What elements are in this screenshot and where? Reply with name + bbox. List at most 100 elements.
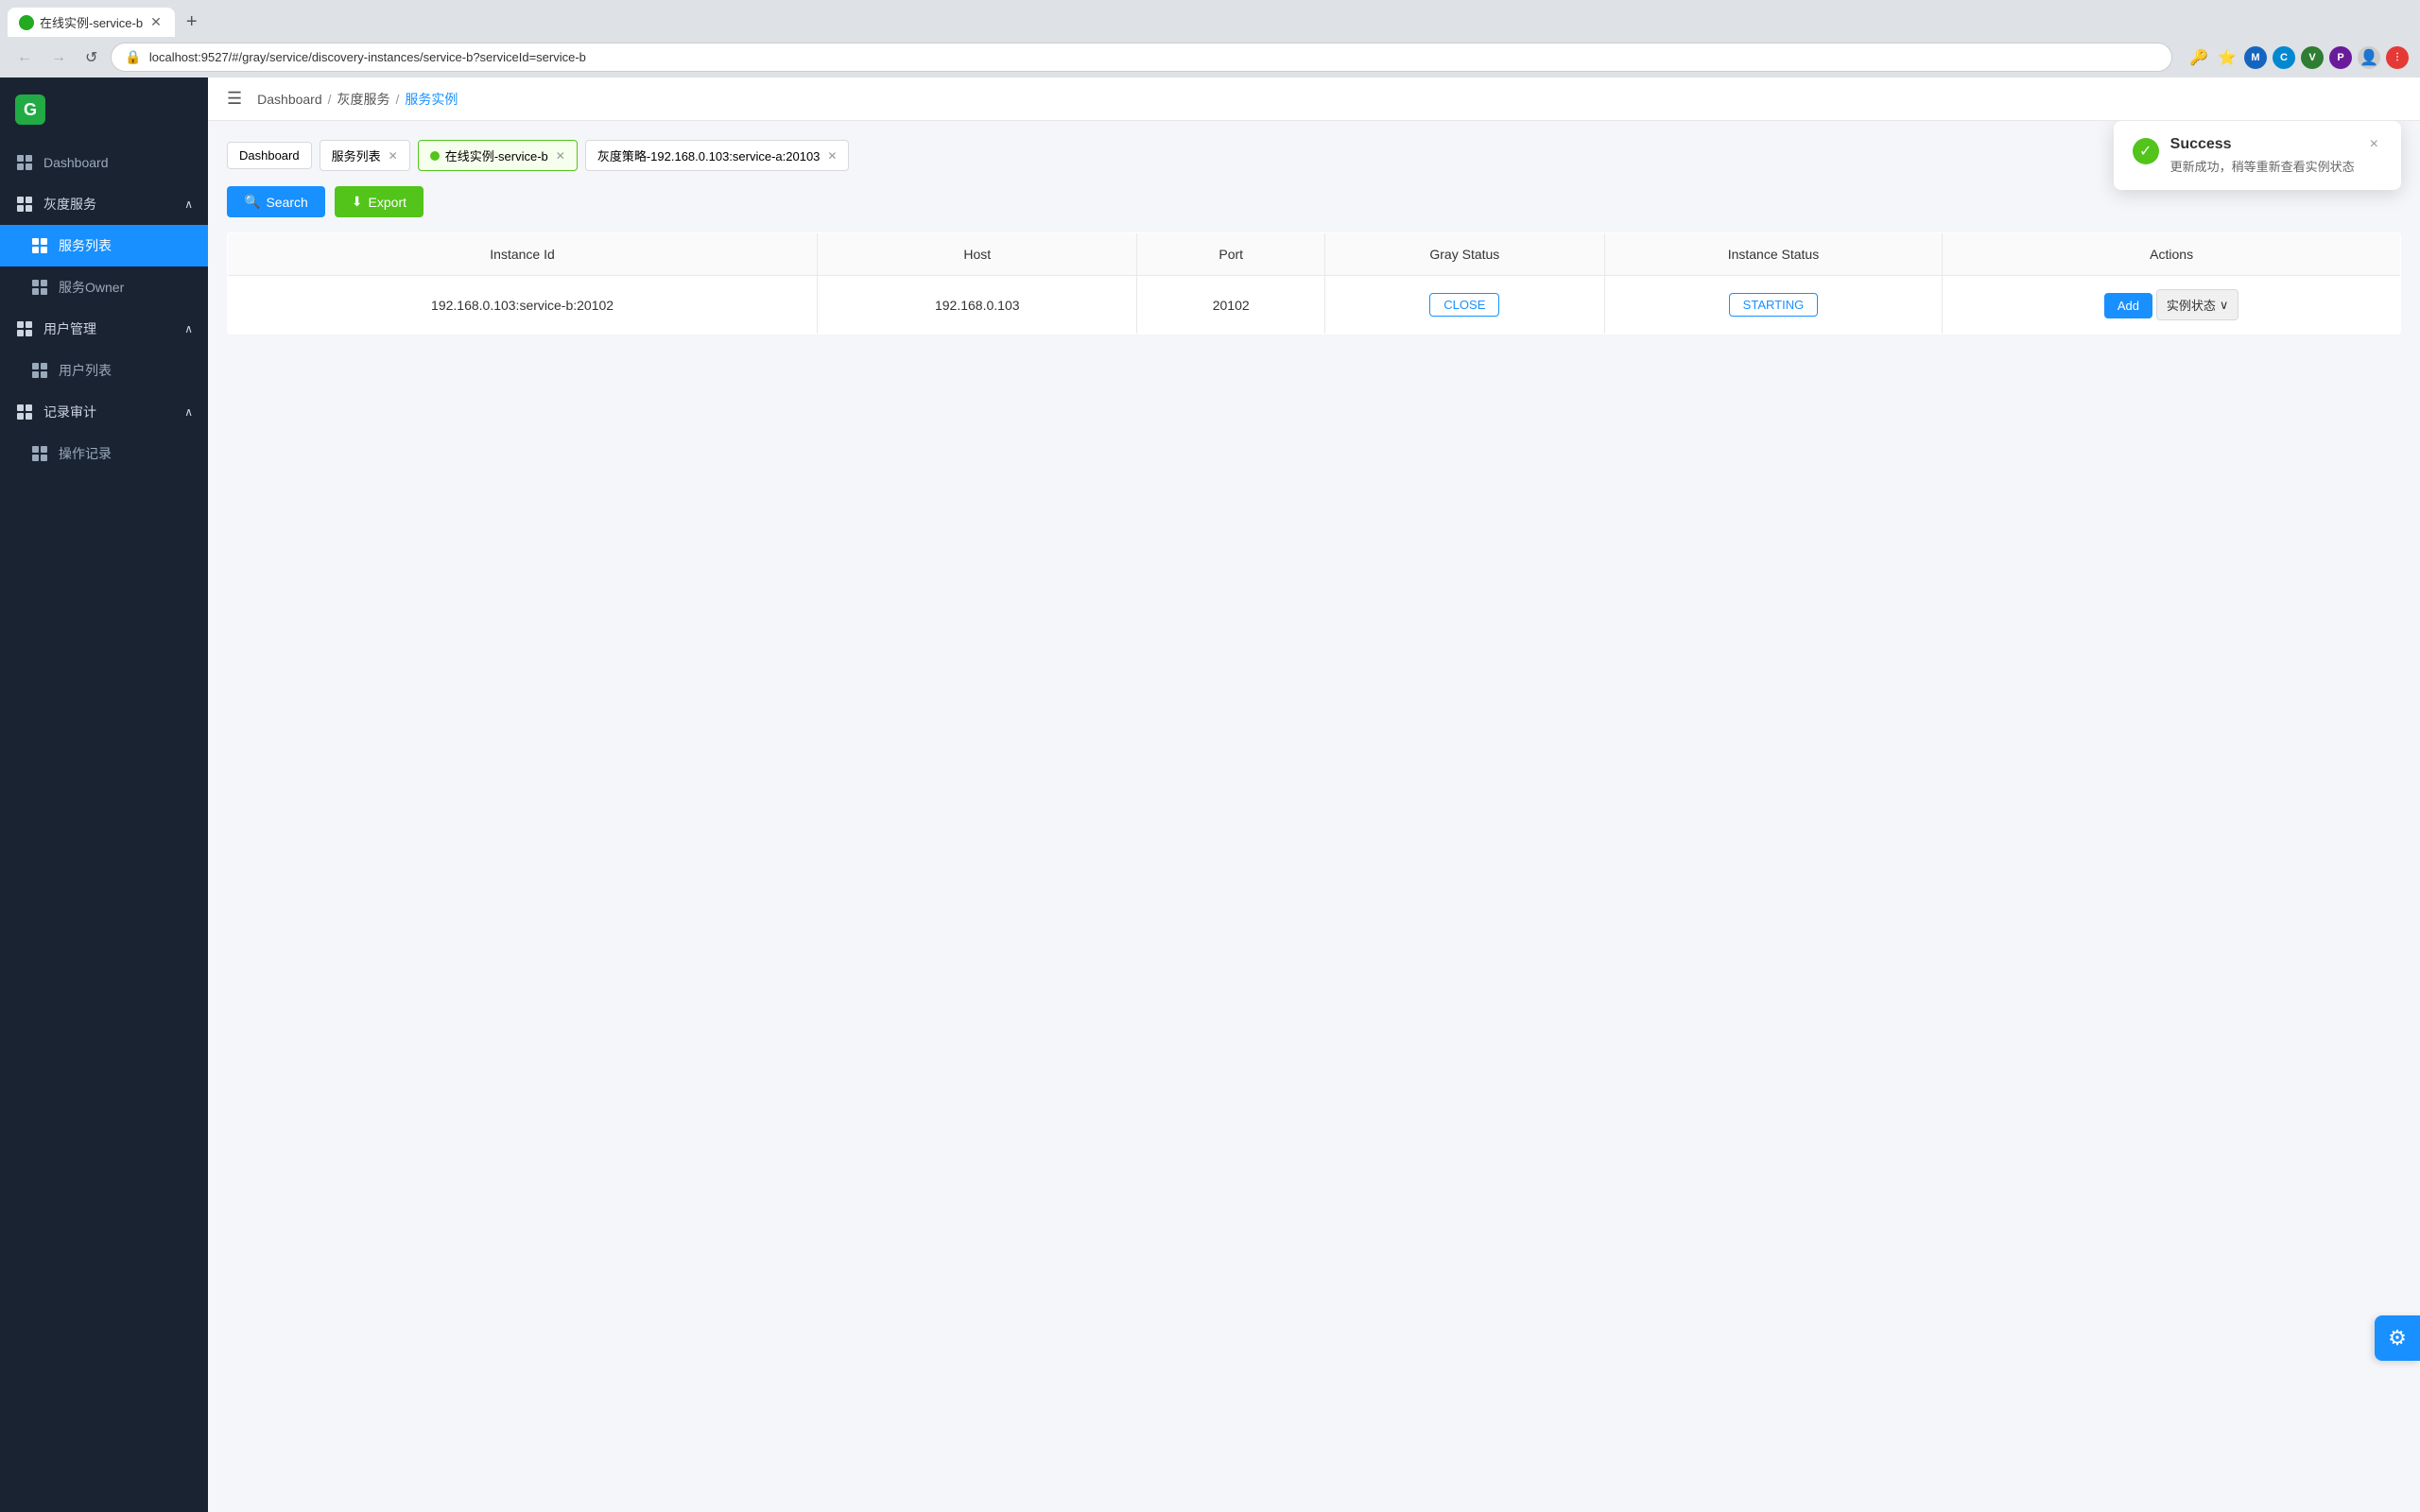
instance-state-chevron: ∨ <box>2220 298 2229 313</box>
sidebar-item-service-owner[interactable]: 服务Owner <box>0 266 208 308</box>
menu-icon[interactable]: ⋮ <box>2386 46 2409 69</box>
main-content: ☰ Dashboard / 灰度服务 / 服务实例 Dashboard 服务列表… <box>208 77 2420 1512</box>
tag-gray-strategy[interactable]: 灰度策略-192.168.0.103:service-a:20103 ✕ <box>585 140 850 171</box>
sidebar-item-gray-service[interactable]: 灰度服务 ∧ <box>0 183 208 225</box>
tag-service-list[interactable]: 服务列表 ✕ <box>320 140 410 171</box>
tag-online-instance-close[interactable]: ✕ <box>556 149 565 163</box>
sidebar-item-op-log[interactable]: 操作记录 <box>0 433 208 474</box>
service-list-icon <box>30 236 49 255</box>
audit-icon <box>15 403 34 421</box>
tag-service-list-close[interactable]: ✕ <box>389 149 398 163</box>
instance-state-button[interactable]: 实例状态 ∨ <box>2156 289 2239 320</box>
tab-favicon <box>19 15 34 30</box>
service-owner-icon <box>30 278 49 297</box>
ext-icon-3[interactable]: V <box>2301 46 2324 69</box>
refresh-button[interactable]: ↺ <box>79 44 103 71</box>
address-bar[interactable]: 🔒 localhost:9527/#/gray/service/discover… <box>111 43 2172 72</box>
ext-icon-1[interactable]: M <box>2244 46 2267 69</box>
audit-label: 记录审计 <box>43 403 175 421</box>
col-instance-id: Instance Id <box>228 233 818 276</box>
breadcrumb-service-instance: 服务实例 <box>405 90 458 109</box>
tag-dashboard-label: Dashboard <box>239 148 300 163</box>
sidebar-item-audit[interactable]: 记录审计 ∧ <box>0 391 208 433</box>
search-button[interactable]: 🔍 Search <box>227 186 325 217</box>
sidebar-logo: G <box>0 77 208 142</box>
action-buttons: 🔍 Search ⬇ Export <box>227 186 2401 217</box>
tag-online-instance[interactable]: 在线实例-service-b ✕ <box>418 140 578 171</box>
tag-gray-strategy-close[interactable]: ✕ <box>827 149 837 163</box>
starting-status-button[interactable]: STARTING <box>1729 293 1819 317</box>
col-actions: Actions <box>1943 233 2401 276</box>
active-tab[interactable]: 在线实例-service-b ✕ <box>8 8 175 37</box>
op-log-icon <box>30 444 49 463</box>
sidebar-item-dashboard[interactable]: Dashboard <box>0 142 208 183</box>
col-host: Host <box>818 233 1137 276</box>
cell-host: 192.168.0.103 <box>818 276 1137 335</box>
lock-icon: 🔒 <box>125 49 141 65</box>
cell-port: 20102 <box>1137 276 1325 335</box>
table-row: 192.168.0.103:service-b:20102 192.168.0.… <box>228 276 2401 335</box>
profile-icon[interactable]: 👤 <box>2358 46 2380 69</box>
toast-message: 更新成功，稍等重新查看实例状态 <box>2170 157 2355 175</box>
settings-fab[interactable]: ⚙ <box>2375 1315 2420 1361</box>
topbar: ☰ Dashboard / 灰度服务 / 服务实例 <box>208 77 2420 121</box>
toast-title: Success <box>2170 136 2355 153</box>
filter-tags: Dashboard 服务列表 ✕ 在线实例-service-b ✕ 灰度策略-1… <box>227 140 2401 171</box>
cell-gray-status: CLOSE <box>1325 276 1605 335</box>
breadcrumb-gray-service[interactable]: 灰度服务 <box>337 90 390 109</box>
tab-bar: 在线实例-service-b ✕ + <box>0 0 2420 37</box>
service-owner-label: 服务Owner <box>59 278 193 297</box>
instance-state-label: 实例状态 <box>2167 296 2216 314</box>
col-gray-status: Gray Status <box>1325 233 1605 276</box>
cell-actions: Add 实例状态 ∨ <box>1943 276 2401 335</box>
add-button[interactable]: Add <box>2104 293 2152 318</box>
export-icon: ⬇ <box>352 194 363 210</box>
key-icon[interactable]: 🔑 <box>2187 46 2210 69</box>
url-text: localhost:9527/#/gray/service/discovery-… <box>149 50 2158 64</box>
sidebar-item-service-list[interactable]: 服务列表 <box>0 225 208 266</box>
user-list-icon <box>30 361 49 380</box>
tab-close-icon[interactable]: ✕ <box>148 14 164 30</box>
table-header: Instance Id Host Port Gray Status Instan… <box>228 233 2401 276</box>
content-area: Dashboard 服务列表 ✕ 在线实例-service-b ✕ 灰度策略-1… <box>208 121 2420 1512</box>
breadcrumb-sep-1: / <box>328 92 332 107</box>
breadcrumb-sep-2: / <box>396 92 400 107</box>
export-button[interactable]: ⬇ Export <box>335 186 424 217</box>
gray-service-icon <box>15 195 34 214</box>
sidebar-item-user-mgmt[interactable]: 用户管理 ∧ <box>0 308 208 350</box>
browser-chrome: 在线实例-service-b ✕ + ← → ↺ 🔒 localhost:952… <box>0 0 2420 77</box>
toast-success-icon: ✓ <box>2133 138 2159 164</box>
success-toast: ✓ Success 更新成功，稍等重新查看实例状态 × <box>2114 121 2401 190</box>
online-instance-dot <box>430 151 440 161</box>
app-container: G Dashboard 灰度服务 ∧ 服务列表 <box>0 77 2420 1512</box>
user-mgmt-icon <box>15 319 34 338</box>
ext-icon-2[interactable]: C <box>2273 46 2295 69</box>
tab-title: 在线实例-service-b <box>40 13 143 31</box>
gray-service-chevron: ∧ <box>184 198 193 211</box>
ext-icon-4[interactable]: P <box>2329 46 2352 69</box>
address-bar-row: ← → ↺ 🔒 localhost:9527/#/gray/service/di… <box>0 37 2420 77</box>
breadcrumb-dashboard[interactable]: Dashboard <box>257 92 322 107</box>
sidebar-item-user-list[interactable]: 用户列表 <box>0 350 208 391</box>
export-label: Export <box>369 195 406 210</box>
toast-close-button[interactable]: × <box>2366 136 2382 153</box>
toast-content: Success 更新成功，稍等重新查看实例状态 <box>2170 136 2355 175</box>
op-log-label: 操作记录 <box>59 444 193 463</box>
user-mgmt-label: 用户管理 <box>43 319 175 338</box>
tag-dashboard[interactable]: Dashboard <box>227 142 312 169</box>
cell-instance-status: STARTING <box>1604 276 1943 335</box>
bookmark-icon[interactable]: ⭐ <box>2216 46 2238 69</box>
gray-service-label: 灰度服务 <box>43 195 175 214</box>
table-header-row: Instance Id Host Port Gray Status Instan… <box>228 233 2401 276</box>
back-button[interactable]: ← <box>11 45 38 70</box>
forward-button[interactable]: → <box>45 45 72 70</box>
close-status-button[interactable]: CLOSE <box>1429 293 1499 317</box>
col-port: Port <box>1137 233 1325 276</box>
new-tab-button[interactable]: + <box>179 8 205 37</box>
logo-letter: G <box>24 100 37 120</box>
audit-chevron: ∧ <box>184 405 193 419</box>
dashboard-icon <box>15 153 34 172</box>
table-body: 192.168.0.103:service-b:20102 192.168.0.… <box>228 276 2401 335</box>
hamburger-menu[interactable]: ☰ <box>227 89 242 109</box>
col-instance-status: Instance Status <box>1604 233 1943 276</box>
